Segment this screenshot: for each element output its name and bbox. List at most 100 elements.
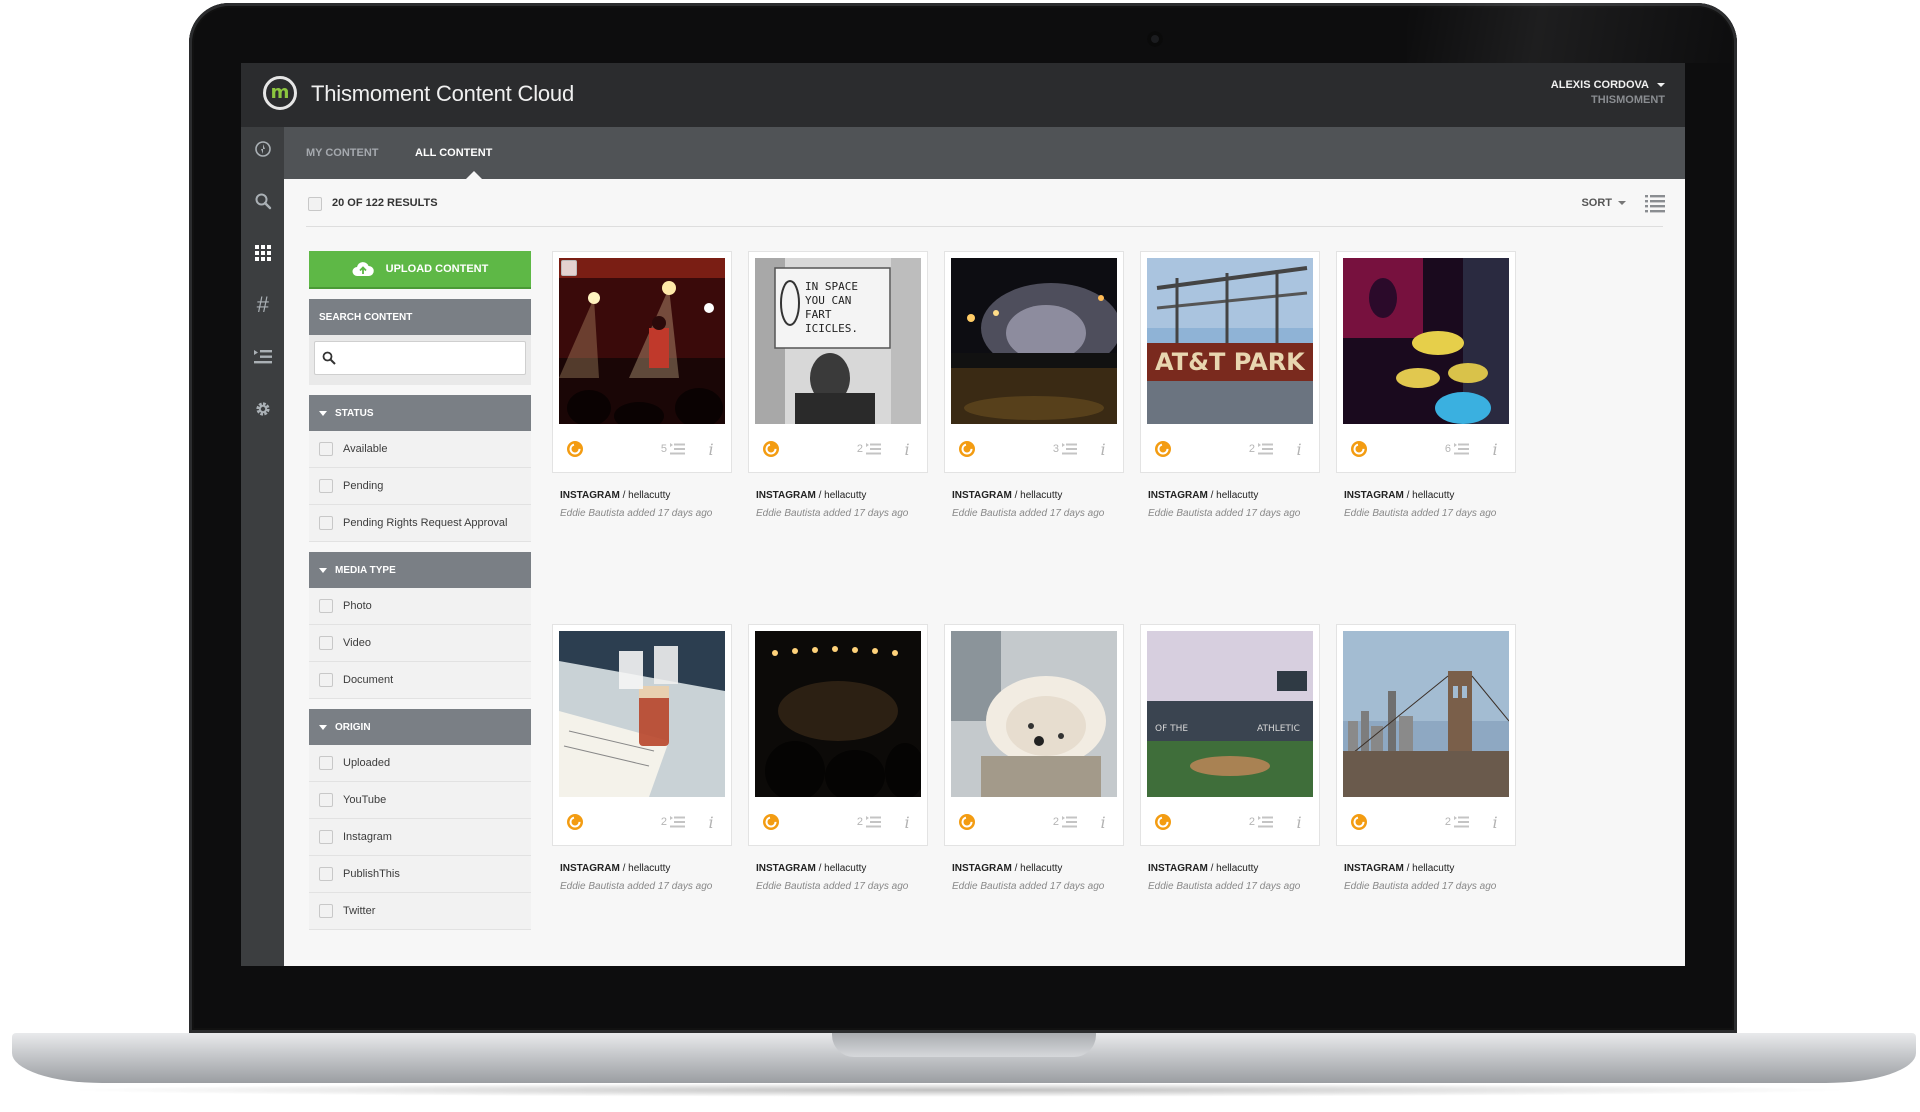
filter-checkbox[interactable] — [319, 479, 333, 493]
source-user[interactable]: hellacutty — [1412, 863, 1454, 874]
rights-status-icon[interactable] — [762, 440, 780, 458]
info-icon[interactable]: i — [699, 440, 723, 459]
search-input[interactable] — [314, 341, 526, 375]
content-thumbnail[interactable]: AT&T PARK — [1147, 258, 1313, 424]
rights-status-icon[interactable] — [958, 813, 976, 831]
content-card-frame[interactable]: IN SPACE YOU CAN FART ICICLES. 2 i — [748, 251, 928, 473]
filter-option[interactable]: PublishThis — [309, 856, 531, 893]
rights-status-icon[interactable] — [1154, 813, 1172, 831]
comment-count[interactable]: 2 — [857, 443, 881, 455]
content-thumbnail[interactable] — [755, 631, 921, 797]
rights-status-icon[interactable] — [566, 813, 584, 831]
info-icon[interactable]: i — [1091, 813, 1115, 832]
compass-icon[interactable] — [241, 134, 284, 164]
hashtag-icon[interactable]: # — [241, 290, 284, 320]
rights-status-icon[interactable] — [1350, 813, 1368, 831]
select-card-checkbox[interactable] — [561, 260, 577, 276]
filter-option[interactable]: Pending Rights Request Approval — [309, 505, 531, 542]
info-icon[interactable]: i — [895, 440, 919, 459]
upload-content-button[interactable]: UPLOAD CONTENT — [309, 251, 531, 289]
comment-count[interactable]: 2 — [1053, 816, 1077, 828]
comment-count[interactable]: 2 — [1249, 816, 1273, 828]
source-user[interactable]: hellacutty — [628, 490, 670, 501]
filter-checkbox[interactable] — [319, 756, 333, 770]
content-card[interactable]: 2 i INSTAGRAM / hellacutty Eddie Bautista a… — [748, 624, 928, 892]
comment-count[interactable]: 2 — [1445, 816, 1469, 828]
filter-option[interactable]: Available — [309, 431, 531, 468]
content-card-frame[interactable]: 2i — [748, 624, 928, 846]
filter-checkbox[interactable] — [319, 599, 333, 613]
source-user[interactable]: hellacutty — [1412, 490, 1454, 501]
comment-count[interactable]: 5 — [661, 443, 685, 455]
content-card[interactable]: OF THE ATHLETIC 2 i INSTAGRAM / hellacutty Ed… — [1140, 624, 1320, 892]
content-card[interactable]: 3 i INSTAGRAM / hellacutty Eddie Bautista a… — [944, 251, 1124, 519]
tab-all-content[interactable]: ALL CONTENT — [415, 147, 492, 159]
search-icon[interactable] — [241, 186, 284, 216]
filter-section-header[interactable]: STATUS — [309, 395, 531, 431]
filter-option[interactable]: Photo — [309, 588, 531, 625]
sort-dropdown[interactable]: SORT — [1581, 197, 1626, 209]
filter-checkbox[interactable] — [319, 636, 333, 650]
filter-checkbox[interactable] — [319, 867, 333, 881]
tab-my-content[interactable]: MY CONTENT — [306, 147, 379, 159]
thismoment-logo[interactable]: m — [263, 76, 297, 110]
filter-option[interactable]: Twitter — [309, 893, 531, 930]
info-icon[interactable]: i — [1483, 813, 1507, 832]
content-card[interactable]: 2 i INSTAGRAM / hellacutty Eddie Bautista a… — [552, 624, 732, 892]
content-thumbnail[interactable]: OF THE ATHLETIC — [1147, 631, 1313, 797]
list-view-icon[interactable] — [1645, 193, 1665, 213]
content-card-frame[interactable]: 6i — [1336, 251, 1516, 473]
rights-status-icon[interactable] — [566, 440, 584, 458]
filter-option[interactable]: Instagram — [309, 819, 531, 856]
info-icon[interactable]: i — [1287, 440, 1311, 459]
content-card-frame[interactable]: 3i — [944, 251, 1124, 473]
content-thumbnail[interactable] — [1343, 258, 1509, 424]
source-user[interactable]: hellacutty — [1216, 490, 1258, 501]
filter-option[interactable]: Uploaded — [309, 745, 531, 782]
content-card[interactable]: 2 i INSTAGRAM / hellacutty Eddie Bautista a… — [944, 624, 1124, 892]
content-thumbnail[interactable] — [951, 631, 1117, 797]
gear-icon[interactable] — [241, 394, 284, 424]
rights-status-icon[interactable] — [1154, 440, 1172, 458]
comment-count[interactable]: 2 — [1249, 443, 1273, 455]
content-card-frame[interactable]: 2i — [552, 624, 732, 846]
filter-checkbox[interactable] — [319, 516, 333, 530]
grid-icon[interactable] — [241, 238, 284, 268]
content-thumbnail[interactable] — [1343, 631, 1509, 797]
filter-option[interactable]: Pending — [309, 468, 531, 505]
filter-checkbox[interactable] — [319, 830, 333, 844]
source-user[interactable]: hellacutty — [1020, 490, 1062, 501]
content-card[interactable]: 2 i INSTAGRAM / hellacutty Eddie Bautista a… — [1336, 624, 1516, 892]
info-icon[interactable]: i — [1483, 440, 1507, 459]
rights-status-icon[interactable] — [1350, 440, 1368, 458]
content-card[interactable]: IN SPACE YOU CAN FART ICICLES. 2 i INSTAGRAM /… — [748, 251, 928, 519]
info-icon[interactable]: i — [895, 813, 919, 832]
comment-count[interactable]: 3 — [1053, 443, 1077, 455]
filter-checkbox[interactable] — [319, 904, 333, 918]
source-user[interactable]: hellacutty — [824, 490, 866, 501]
filter-section-header[interactable]: ORIGIN — [309, 709, 531, 745]
info-icon[interactable]: i — [1091, 440, 1115, 459]
content-card-frame[interactable]: 2i — [1336, 624, 1516, 846]
content-card[interactable]: 6 i INSTAGRAM / hellacutty Eddie Bautista a… — [1336, 251, 1516, 519]
content-card[interactable]: 5 i INSTAGRAM / hellacutty Eddie Bautista a… — [552, 251, 732, 519]
content-card[interactable]: AT&T PARK 2 i INSTAGRAM / hellacutty Eddie B… — [1140, 251, 1320, 519]
source-user[interactable]: hellacutty — [824, 863, 866, 874]
filter-option[interactable]: Video — [309, 625, 531, 662]
content-thumbnail[interactable]: IN SPACEYOU CANFARTICICLES. — [755, 258, 921, 424]
content-card-frame[interactable]: OF THE ATHLETIC 2 i — [1140, 624, 1320, 846]
content-thumbnail[interactable] — [559, 631, 725, 797]
comment-count[interactable]: 2 — [661, 816, 685, 828]
source-user[interactable]: hellacutty — [1020, 863, 1062, 874]
filter-section-header[interactable]: MEDIA TYPE — [309, 552, 531, 588]
rights-status-icon[interactable] — [762, 813, 780, 831]
content-thumbnail[interactable] — [951, 258, 1117, 424]
content-card-frame[interactable]: 2i — [944, 624, 1124, 846]
select-all-checkbox[interactable] — [308, 197, 322, 211]
info-icon[interactable]: i — [1287, 813, 1311, 832]
content-thumbnail[interactable] — [559, 258, 725, 424]
filter-option[interactable]: YouTube — [309, 782, 531, 819]
filter-checkbox[interactable] — [319, 442, 333, 456]
user-menu[interactable]: ALEXIS CORDOVA THISMOMENT — [1551, 79, 1665, 106]
list-icon[interactable] — [241, 342, 284, 372]
